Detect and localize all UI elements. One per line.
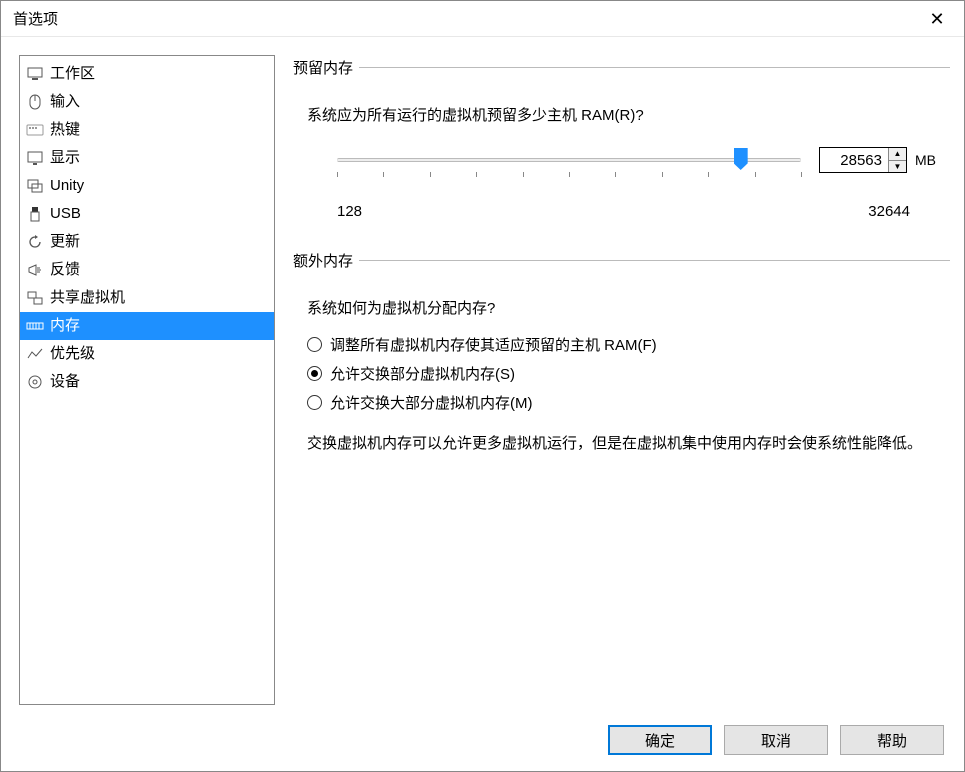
sidebar-item-label: 工作区 (50, 62, 95, 86)
content-area: 工作区 输入 热键 显示 Unity USB 更新 反馈 (1, 37, 964, 715)
sidebar-item-label: 共享虚拟机 (50, 286, 125, 310)
sidebar-item-shared-vms[interactable]: 共享虚拟机 (20, 284, 274, 312)
titlebar: 首选项 ✕ (1, 1, 964, 37)
memory-unit-label: MB (915, 152, 936, 168)
memory-slider[interactable] (337, 158, 801, 162)
sidebar-item-label: 显示 (50, 146, 80, 170)
radio-fit-reserved[interactable]: 调整所有虚拟机内存使其适应预留的主机 RAM(F) (307, 330, 940, 359)
reserved-memory-section: 预留内存 系统应为所有运行的虚拟机预留多少主机 RAM(R)? (293, 57, 950, 230)
sidebar-item-devices[interactable]: 设备 (20, 368, 274, 396)
radio-icon (307, 337, 322, 352)
dialog-footer: 确定 取消 帮助 (1, 715, 964, 771)
sidebar-item-label: 设备 (50, 370, 80, 394)
sidebar-item-feedback[interactable]: 反馈 (20, 256, 274, 284)
sidebar-item-input[interactable]: 输入 (20, 88, 274, 116)
slider-thumb[interactable] (734, 148, 748, 170)
extra-memory-section: 额外内存 系统如何为虚拟机分配内存? 调整所有虚拟机内存使其适应预留的主机 RA… (293, 250, 950, 466)
unity-icon (26, 177, 44, 195)
memory-value-input[interactable] (820, 148, 888, 172)
sidebar-item-label: 更新 (50, 230, 80, 254)
devices-icon (26, 373, 44, 391)
sidebar-item-unity[interactable]: Unity (20, 172, 274, 200)
window-title: 首选项 (13, 8, 58, 29)
sidebar-item-label: 优先级 (50, 342, 95, 366)
main-panel: 预留内存 系统应为所有运行的虚拟机预留多少主机 RAM(R)? (291, 55, 950, 705)
radio-swap-some[interactable]: 允许交换部分虚拟机内存(S) (307, 359, 940, 388)
monitor-icon (26, 149, 44, 167)
extra-memory-question: 系统如何为虚拟机分配内存? (307, 297, 940, 318)
sidebar-item-label: 反馈 (50, 258, 80, 282)
workspace-icon (26, 65, 44, 83)
help-button[interactable]: 帮助 (840, 725, 944, 755)
mouse-icon (26, 93, 44, 111)
sidebar-item-memory[interactable]: 内存 (20, 312, 274, 340)
slider-max-label: 32644 (868, 203, 910, 220)
reserved-memory-legend: 预留内存 (293, 57, 359, 78)
ok-button[interactable]: 确定 (608, 725, 712, 755)
sidebar: 工作区 输入 热键 显示 Unity USB 更新 反馈 (19, 55, 275, 705)
extra-memory-legend: 额外内存 (293, 250, 359, 271)
slider-min-label: 128 (337, 203, 362, 220)
reserved-memory-question: 系统应为所有运行的虚拟机预留多少主机 RAM(R)? (307, 104, 940, 125)
sidebar-item-priority[interactable]: 优先级 (20, 340, 274, 368)
sidebar-item-usb[interactable]: USB (20, 200, 274, 228)
radio-label: 调整所有虚拟机内存使其适应预留的主机 RAM(F) (330, 334, 657, 355)
keyboard-icon (26, 121, 44, 139)
spinner-up-icon[interactable]: ▲ (889, 148, 906, 161)
radio-label: 允许交换大部分虚拟机内存(M) (330, 392, 533, 413)
sidebar-item-display[interactable]: 显示 (20, 144, 274, 172)
sidebar-item-label: Unity (50, 174, 84, 198)
priority-icon (26, 345, 44, 363)
spinner-down-icon[interactable]: ▼ (889, 161, 906, 173)
usb-icon (26, 205, 44, 223)
memory-icon (26, 317, 44, 335)
sidebar-item-label: USB (50, 202, 81, 226)
radio-icon (307, 395, 322, 410)
refresh-icon (26, 233, 44, 251)
sidebar-item-workspace[interactable]: 工作区 (20, 60, 274, 88)
memory-value-spinner[interactable]: ▲ ▼ (819, 147, 907, 173)
sidebar-item-hotkeys[interactable]: 热键 (20, 116, 274, 144)
close-icon[interactable]: ✕ (922, 10, 952, 28)
extra-memory-note: 交换虚拟机内存可以允许更多虚拟机运行，但是在虚拟机集中使用内存时会使系统性能降低… (307, 417, 940, 456)
sidebar-item-label: 热键 (50, 118, 80, 142)
radio-swap-most[interactable]: 允许交换大部分虚拟机内存(M) (307, 388, 940, 417)
cancel-button[interactable]: 取消 (724, 725, 828, 755)
sidebar-item-label: 内存 (50, 314, 80, 338)
sidebar-item-label: 输入 (50, 90, 80, 114)
shared-icon (26, 289, 44, 307)
sidebar-item-updates[interactable]: 更新 (20, 228, 274, 256)
radio-label: 允许交换部分虚拟机内存(S) (330, 363, 515, 384)
radio-icon (307, 366, 322, 381)
megaphone-icon (26, 261, 44, 279)
